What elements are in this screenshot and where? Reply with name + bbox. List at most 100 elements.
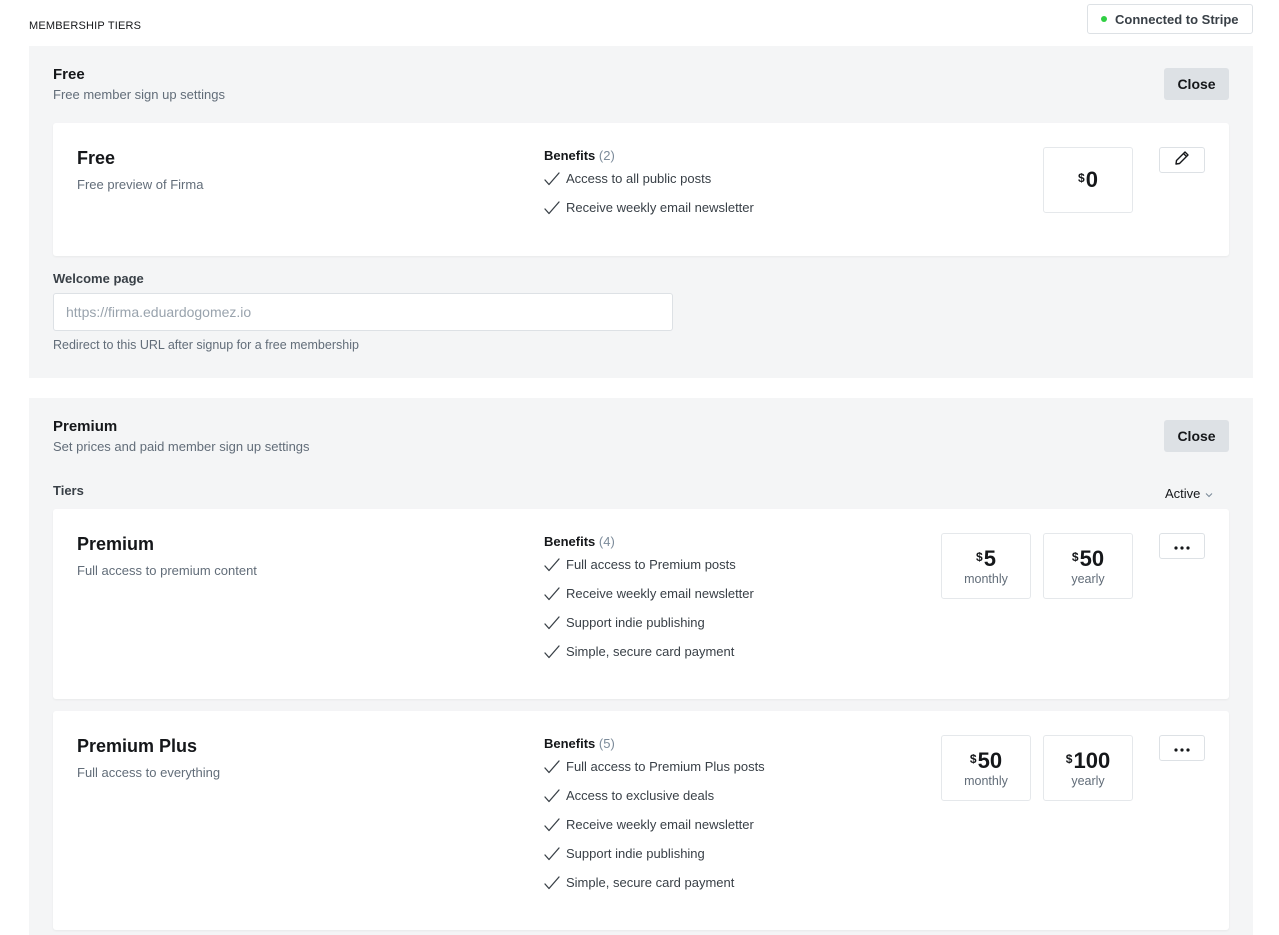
benefits-heading: Benefits (2) bbox=[544, 148, 754, 164]
tier-actions-button[interactable] bbox=[1159, 533, 1205, 559]
pencil-icon bbox=[1174, 150, 1190, 171]
benefit-item: Support indie publishing bbox=[544, 839, 765, 868]
check-icon bbox=[544, 615, 566, 631]
benefit-text: Simple, secure card payment bbox=[566, 644, 735, 659]
benefit-item: Access to exclusive deals bbox=[544, 781, 765, 810]
benefit-text: Support indie publishing bbox=[566, 615, 705, 630]
benefit-item: Simple, secure card payment bbox=[544, 868, 765, 897]
benefits-list: Benefits (2) Access to all public posts … bbox=[544, 148, 754, 222]
more-icon bbox=[1174, 739, 1190, 757]
price-amount: 0 bbox=[1085, 167, 1098, 192]
check-icon bbox=[544, 788, 566, 804]
filter-selected-value: Active bbox=[1165, 486, 1201, 501]
benefit-text: Access to exclusive deals bbox=[566, 788, 715, 803]
price-value: $ 0 bbox=[1078, 168, 1098, 192]
stripe-status-label: Connected to Stripe bbox=[1115, 11, 1239, 27]
benefits-label: Benefits bbox=[544, 736, 596, 751]
tier-description: Full access to premium content bbox=[77, 563, 257, 578]
benefit-item: Receive weekly email newsletter bbox=[544, 579, 754, 608]
benefit-item: Support indie publishing bbox=[544, 608, 754, 637]
price-period: yearly bbox=[1071, 571, 1105, 586]
benefits-count: (4) bbox=[598, 534, 615, 549]
free-close-button[interactable]: Close bbox=[1164, 68, 1229, 100]
benefit-text: Receive weekly email newsletter bbox=[566, 200, 754, 215]
premium-close-button[interactable]: Close bbox=[1164, 420, 1229, 452]
benefit-text: Simple, secure card payment bbox=[566, 875, 735, 890]
benefit-item: Simple, secure card payment bbox=[544, 637, 754, 666]
price-value: $ 5 bbox=[976, 545, 996, 571]
free-section: Free Free member sign up settings Close … bbox=[29, 46, 1253, 378]
benefits-heading: Benefits (4) bbox=[544, 534, 754, 550]
check-icon bbox=[544, 817, 566, 833]
benefit-item: Receive weekly email newsletter bbox=[544, 193, 754, 222]
free-section-description: Free member sign up settings bbox=[53, 87, 225, 102]
check-icon bbox=[544, 171, 566, 187]
price-currency: $ bbox=[969, 751, 977, 766]
price-currency: $ bbox=[1065, 751, 1073, 766]
benefit-item: Receive weekly email newsletter bbox=[544, 810, 765, 839]
premium-section: Premium Set prices and paid member sign … bbox=[29, 398, 1253, 935]
stripe-status-badge[interactable]: Connected to Stripe bbox=[1087, 4, 1253, 34]
benefits-list: Benefits (4) Full access to Premium post… bbox=[544, 534, 754, 666]
benefit-text: Access to all public posts bbox=[566, 171, 712, 186]
monthly-price-box: $ 5 monthly bbox=[941, 533, 1031, 599]
price-amount: 100 bbox=[1073, 747, 1111, 773]
price-amount: 50 bbox=[1079, 545, 1105, 571]
check-icon bbox=[544, 644, 566, 660]
page-title: MEMBERSHIP TIERS bbox=[29, 20, 142, 32]
tier-status-filter[interactable]: Active bbox=[1165, 486, 1213, 501]
check-icon bbox=[544, 759, 566, 775]
premium-tier-card: Premium Full access to premium content B… bbox=[53, 509, 1229, 699]
welcome-page-input[interactable] bbox=[53, 293, 673, 331]
benefit-item: Access to all public posts bbox=[544, 164, 754, 193]
tier-actions-button[interactable] bbox=[1159, 735, 1205, 761]
more-icon bbox=[1174, 537, 1190, 555]
price-value: $ 50 bbox=[969, 747, 1003, 773]
price-box: $ 0 bbox=[1043, 147, 1133, 213]
welcome-page-label: Welcome page bbox=[53, 271, 144, 286]
price-currency: $ bbox=[976, 549, 983, 564]
welcome-page-help: Redirect to this URL after signup for a … bbox=[53, 338, 359, 352]
tier-name: Premium bbox=[77, 534, 155, 554]
price-period: monthly bbox=[964, 571, 1008, 586]
price-currency: $ bbox=[1071, 549, 1079, 564]
price-period: monthly bbox=[964, 773, 1008, 788]
tier-description: Full access to everything bbox=[77, 765, 221, 780]
check-icon bbox=[544, 846, 566, 862]
price-amount: 50 bbox=[977, 747, 1003, 773]
free-section-title: Free bbox=[53, 66, 85, 83]
benefits-count: (5) bbox=[598, 736, 615, 751]
benefit-item: Full access to Premium posts bbox=[544, 550, 754, 579]
free-tier-card: Free Free preview of Firma Benefits (2) … bbox=[53, 123, 1229, 256]
chevron-down-icon bbox=[1200, 486, 1213, 501]
check-icon bbox=[544, 875, 566, 891]
price-period: yearly bbox=[1071, 773, 1105, 788]
edit-tier-button[interactable] bbox=[1159, 147, 1205, 173]
tier-description: Free preview of Firma bbox=[77, 177, 204, 192]
benefits-list: Benefits (5) Full access to Premium Plus… bbox=[544, 736, 765, 897]
benefits-heading: Benefits (5) bbox=[544, 736, 765, 752]
premium-plus-tier-card: Premium Plus Full access to everything B… bbox=[53, 711, 1229, 930]
benefit-text: Receive weekly email newsletter bbox=[566, 817, 754, 832]
benefit-item: Full access to Premium Plus posts bbox=[544, 752, 765, 781]
benefits-count: (2) bbox=[598, 148, 615, 163]
tier-name: Free bbox=[77, 148, 116, 168]
benefit-text: Full access to Premium posts bbox=[566, 557, 736, 572]
benefit-text: Support indie publishing bbox=[566, 846, 705, 861]
premium-section-description: Set prices and paid member sign up setti… bbox=[53, 439, 310, 454]
check-icon bbox=[544, 586, 566, 602]
price-value: $ 100 bbox=[1065, 747, 1111, 773]
tiers-label: Tiers bbox=[53, 483, 84, 498]
check-icon bbox=[544, 557, 566, 573]
price-value: $ 50 bbox=[1071, 545, 1105, 571]
tier-name: Premium Plus bbox=[77, 736, 198, 756]
price-currency: $ bbox=[1078, 171, 1085, 185]
benefits-label: Benefits bbox=[544, 148, 596, 163]
benefit-text: Receive weekly email newsletter bbox=[566, 586, 754, 601]
check-icon bbox=[544, 200, 566, 216]
premium-section-title: Premium bbox=[53, 418, 118, 435]
status-dot-icon bbox=[1101, 16, 1107, 22]
yearly-price-box: $ 100 yearly bbox=[1043, 735, 1133, 801]
monthly-price-box: $ 50 monthly bbox=[941, 735, 1031, 801]
price-amount: 5 bbox=[983, 545, 996, 571]
